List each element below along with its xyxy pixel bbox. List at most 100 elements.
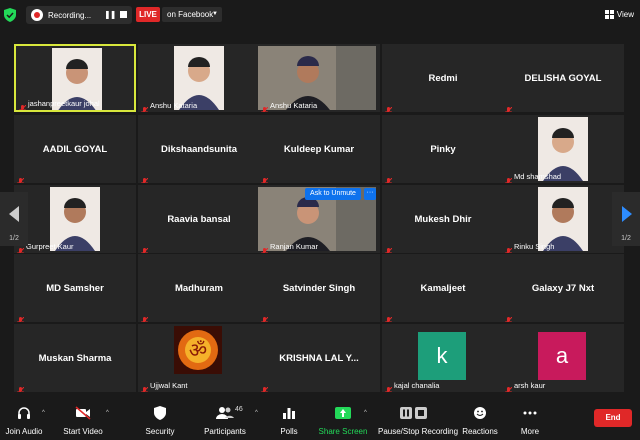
security-button[interactable]: Security xyxy=(140,404,180,438)
participant-tile[interactable]: MD Samsher xyxy=(14,254,136,322)
participant-tile[interactable]: ॐ Ujjwal Kant xyxy=(138,324,260,392)
muted-mic-icon xyxy=(141,102,149,112)
participant-name-label: Ujjwal Kant xyxy=(150,381,188,390)
muted-mic-icon xyxy=(385,382,393,392)
polls-label: Polls xyxy=(280,427,298,436)
muted-mic-icon xyxy=(17,382,25,392)
muted-mic-icon xyxy=(17,173,25,183)
muted-mic-icon xyxy=(261,312,269,322)
muted-mic-icon xyxy=(261,243,269,253)
participant-more-button[interactable]: ··· xyxy=(364,188,376,200)
participant-tile[interactable]: Pinky xyxy=(382,115,504,183)
chevron-left-icon xyxy=(9,206,19,222)
reactions-label: Reactions xyxy=(462,427,498,436)
participant-name-label: Anshu Kataria xyxy=(150,101,198,110)
recording-indicator: Recording... ❚❚ xyxy=(26,6,132,24)
pause-stop-recording-button[interactable]: Pause/Stop Recording xyxy=(378,404,459,438)
muted-mic-icon xyxy=(141,173,149,183)
participant-tile[interactable]: a arsh kaur xyxy=(502,324,624,392)
live-badge: LIVE xyxy=(136,7,160,22)
reactions-button[interactable]: Reactions xyxy=(462,404,498,438)
participant-count: 46 xyxy=(235,406,243,413)
participant-tile[interactable]: Anshu Kataria xyxy=(258,44,380,112)
ask-to-unmute-button[interactable]: Ask to Unmute xyxy=(305,188,361,200)
polls-button[interactable]: Polls xyxy=(274,404,304,438)
participant-tile[interactable]: KRISHNA LAL Y... xyxy=(258,324,380,392)
next-page-button[interactable]: 1/2 xyxy=(612,192,640,246)
share-screen-label: Share Screen xyxy=(318,427,368,436)
chevron-down-icon: ▼ xyxy=(212,11,218,17)
video-off-icon xyxy=(75,406,91,420)
chevron-right-icon xyxy=(622,206,632,222)
share-options-caret[interactable]: ^ xyxy=(364,410,367,416)
participant-name-center: Galaxy J7 Nxt xyxy=(531,282,595,294)
participant-tile[interactable]: k kajal chanalia xyxy=(382,324,504,392)
pause-stop-recording-label: Pause/Stop Recording xyxy=(378,427,459,436)
participant-tile[interactable]: Redmi xyxy=(382,44,504,112)
previous-page-button[interactable]: 1/2 xyxy=(0,192,28,246)
participant-tile[interactable]: Md shamshad xyxy=(502,115,624,183)
muted-mic-icon xyxy=(385,312,393,322)
join-audio-label: Join Audio xyxy=(5,427,43,436)
letter-avatar: k xyxy=(418,332,466,380)
muted-mic-icon xyxy=(385,173,393,183)
muted-mic-icon xyxy=(385,243,393,253)
participant-tile[interactable]: Raavia bansal xyxy=(138,185,260,253)
participant-name-label: Gurpreet Kaur xyxy=(26,242,74,251)
pause-stop-icon xyxy=(400,407,427,419)
end-meeting-button[interactable]: End xyxy=(594,409,632,427)
participant-tile[interactable]: Galaxy J7 Nxt xyxy=(502,254,624,322)
muted-mic-icon xyxy=(505,312,513,322)
view-button[interactable]: View xyxy=(604,7,634,22)
participant-tile[interactable]: Kamaljeet xyxy=(382,254,504,322)
more-icon xyxy=(523,411,537,415)
recording-label: Recording... xyxy=(48,10,92,20)
more-label: More xyxy=(520,427,540,436)
stop-recording-icon[interactable] xyxy=(120,11,127,18)
start-video-button[interactable]: ^ Start Video xyxy=(58,404,109,438)
polls-icon xyxy=(283,408,295,419)
participants-icon xyxy=(216,407,234,419)
video-options-caret[interactable]: ^ xyxy=(106,410,109,416)
participant-name-center: DELISHA GOYAL xyxy=(524,72,602,84)
muted-mic-icon xyxy=(261,102,269,112)
audio-options-caret[interactable]: ^ xyxy=(42,410,45,416)
participant-tile[interactable]: Anshu Kataria xyxy=(138,44,260,112)
participant-name-center: AADIL GOYAL xyxy=(42,143,108,155)
participant-name-center: Mukesh Dhir xyxy=(414,213,472,225)
participant-tile[interactable]: Dikshaandsunita xyxy=(138,115,260,183)
participant-tile[interactable]: AADIL GOYAL xyxy=(14,115,136,183)
record-icon xyxy=(31,9,43,21)
participant-name-label: arsh kaur xyxy=(514,381,546,390)
participant-tile[interactable]: Rinku Singh xyxy=(502,185,624,253)
participant-name-label: Rinku Singh xyxy=(514,242,555,251)
muted-mic-icon xyxy=(505,243,513,253)
shield-icon[interactable] xyxy=(4,8,16,22)
participants-options-caret[interactable]: ^ xyxy=(255,410,258,416)
live-stream-target-dropdown[interactable]: on Facebook ▼ xyxy=(162,7,222,22)
participant-tile[interactable]: Satvinder Singh xyxy=(258,254,380,322)
participant-name-label: Ranjan Kumar xyxy=(270,242,318,251)
muted-mic-icon xyxy=(261,382,269,392)
share-screen-button[interactable]: ^ Share Screen xyxy=(318,404,368,438)
participant-tile[interactable]: Madhuram xyxy=(138,254,260,322)
pause-recording-icon[interactable]: ❚❚ xyxy=(104,10,116,19)
more-button[interactable]: More xyxy=(516,404,544,438)
participant-tile[interactable]: Muskan Sharma xyxy=(14,324,136,392)
page-indicator-right: 1/2 xyxy=(621,235,631,242)
participant-tile[interactable]: Gurpreet Kaur xyxy=(14,185,136,253)
participants-button[interactable]: 46 ^ Participants xyxy=(200,404,258,438)
svg-text:ॐ: ॐ xyxy=(189,338,207,362)
participant-tile[interactable]: DELISHA GOYAL xyxy=(502,44,624,112)
muted-mic-icon xyxy=(261,173,269,183)
muted-mic-icon xyxy=(505,382,513,392)
participant-tile[interactable]: Kuldeep Kumar xyxy=(258,115,380,183)
participant-tile[interactable]: jashanpreetkaur johal xyxy=(14,44,136,112)
view-label: View xyxy=(616,10,634,19)
join-audio-button[interactable]: ^ Join Audio xyxy=(4,404,45,438)
participant-name-center: MD Samsher xyxy=(46,282,104,294)
participant-tile[interactable]: Mukesh Dhir xyxy=(382,185,504,253)
muted-mic-icon xyxy=(141,312,149,322)
participant-name-label: jashanpreetkaur johal xyxy=(28,99,100,108)
participant-name-center: Redmi xyxy=(428,72,458,84)
